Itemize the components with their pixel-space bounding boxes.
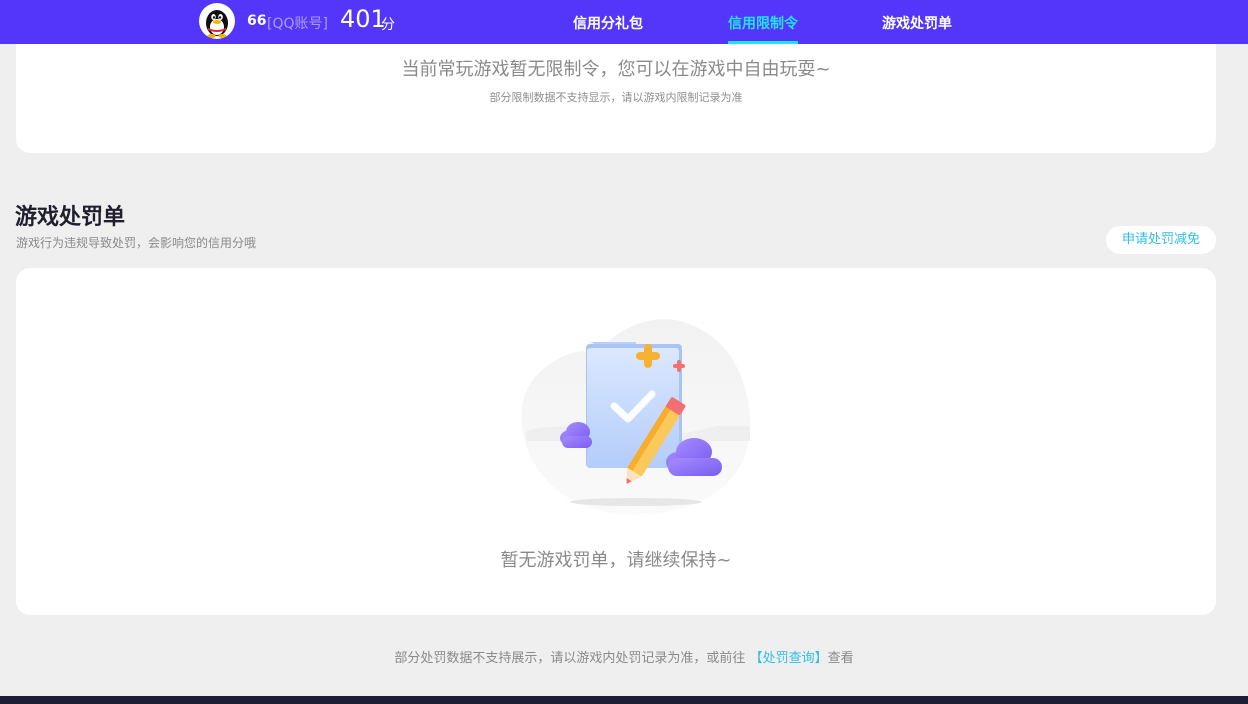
restriction-card: 当前常玩游戏暂无限制令，您可以在游戏中自由玩耍~ 部分限制数据不支持显示，请以游… xyxy=(16,44,1216,153)
tab-game-penalty[interactable]: 游戏处罚单 xyxy=(882,13,952,33)
restriction-note: 部分限制数据不支持显示，请以游戏内限制记录为准 xyxy=(489,91,743,104)
apply-penalty-reduction-button[interactable]: 申请处罚减免 xyxy=(1106,226,1216,254)
tab-credit-restriction[interactable]: 信用限制令 xyxy=(728,13,798,33)
penalty-empty-message: 暂无游戏罚单，请继续保持~ xyxy=(500,550,732,571)
username: 66 xyxy=(247,13,267,29)
empty-state-illustration-icon xyxy=(521,319,751,515)
penalty-card: 暂无游戏罚单，请继续保持~ xyxy=(16,268,1216,615)
avatar[interactable] xyxy=(199,3,235,39)
bottom-bar xyxy=(0,696,1248,704)
footer-note-text: 部分处罚数据不支持展示，请以游戏内处罚记录为准，或前往 xyxy=(394,651,746,666)
footer-note-suffix: 查看 xyxy=(827,651,854,666)
top-header: 66 [QQ账号] 401 分 信用分礼包 信用限制令 游戏处罚单 xyxy=(0,0,1248,44)
tab-credit-gift[interactable]: 信用分礼包 xyxy=(573,13,643,33)
credit-score-unit: 分 xyxy=(381,17,395,33)
section-title: 游戏处罚单 xyxy=(15,205,126,230)
credit-score: 401 xyxy=(340,5,386,33)
section-subtitle: 游戏行为违规导致处罚，会影响您的信用分哦 xyxy=(16,236,257,250)
penalty-query-link[interactable]: 【处罚查询】 xyxy=(750,651,828,666)
qq-penguin-icon xyxy=(206,10,228,38)
account-type: [QQ账号] xyxy=(267,16,328,32)
restriction-empty-message: 当前常玩游戏暂无限制令，您可以在游戏中自由玩耍~ xyxy=(401,59,831,80)
footer-note: 部分处罚数据不支持展示，请以游戏内处罚记录为准，或前往 【处罚查询】查看 xyxy=(0,647,1248,666)
